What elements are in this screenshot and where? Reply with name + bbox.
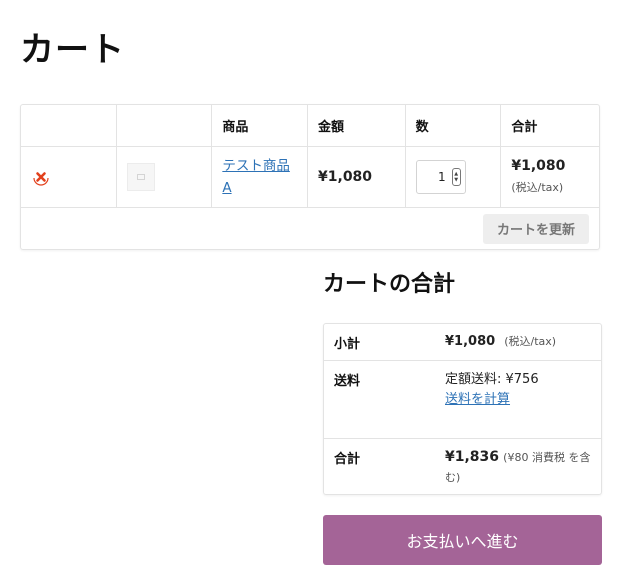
update-cart-button[interactable]: カートを更新 [482, 213, 589, 244]
header-remove [21, 105, 117, 146]
thumbnail-cell [117, 147, 213, 207]
cart-actions: カートを更新 [21, 208, 599, 249]
cart-totals-table: 小計 ¥1,080 (税込/tax) 送料 定額送料: ¥756 送料を計算 合… [323, 323, 602, 495]
header-subtotal: 合計 [511, 120, 538, 135]
quantity-stepper[interactable]: 1 ▲ ▼ [415, 160, 466, 194]
totals-shipping-row: 送料 定額送料: ¥756 送料を計算 [324, 361, 601, 439]
item-subtotal: ¥1,080 [511, 158, 566, 174]
table-row: テスト商品A ¥1,080 1 ▲ ▼ ¥1,080 (税込/tax) [21, 147, 599, 208]
cart-table: 商品 金額 数 合計 テスト商品A ¥1,080 1 ▲ ▼ ¥1,080 (税… [20, 104, 600, 250]
total-value: ¥1,836 [445, 449, 500, 465]
shipping-method: 定額送料: ¥756 [445, 372, 539, 387]
product-name-cell: テスト商品A [212, 147, 309, 207]
subtotal-value: ¥1,080 [445, 334, 496, 349]
subtotal-value-cell: ¥1,080 (税込/tax) [435, 324, 601, 360]
total-value-cell: ¥1,836 (¥80 消費税 を含む) [435, 439, 601, 494]
shipping-label: 送料 [334, 374, 361, 389]
item-tax-note: (税込/tax) [511, 181, 564, 194]
calculate-shipping-link[interactable]: 送料を計算 [445, 392, 510, 407]
item-price: ¥1,080 [318, 169, 373, 185]
header-quantity: 数 [406, 105, 502, 146]
remove-cell [21, 147, 117, 207]
shipping-value-cell: 定額送料: ¥756 送料を計算 [435, 361, 601, 438]
remove-x-icon[interactable] [31, 167, 51, 187]
cart-totals-title: カートの合計 [323, 272, 456, 297]
price-cell: ¥1,080 [308, 147, 406, 207]
spinner-arrows-icon[interactable]: ▲ ▼ [451, 168, 461, 186]
header-product: 商品 [212, 105, 309, 146]
totals-subtotal-row: 小計 ¥1,080 (税込/tax) [324, 324, 601, 361]
header-thumbnail [117, 105, 213, 146]
cart-table-header: 商品 金額 数 合計 [21, 105, 599, 147]
subtotal-tax-note: (税込/tax) [504, 335, 557, 348]
totals-total-row: 合計 ¥1,836 (¥80 消費税 を含む) [324, 439, 601, 494]
product-name-link[interactable]: テスト商品A [222, 155, 297, 199]
total-label: 合計 [334, 452, 361, 467]
page-title: カート [20, 30, 125, 70]
subtotal-label: 小計 [334, 337, 361, 352]
proceed-to-checkout-button[interactable]: お支払いへ進む [323, 515, 602, 565]
subtotal-cell: ¥1,080 (税込/tax) [501, 147, 599, 207]
quantity-value[interactable]: 1 [438, 170, 446, 184]
quantity-cell: 1 ▲ ▼ [406, 147, 502, 207]
product-thumbnail-icon[interactable] [126, 163, 155, 191]
header-price: 金額 [308, 105, 406, 146]
